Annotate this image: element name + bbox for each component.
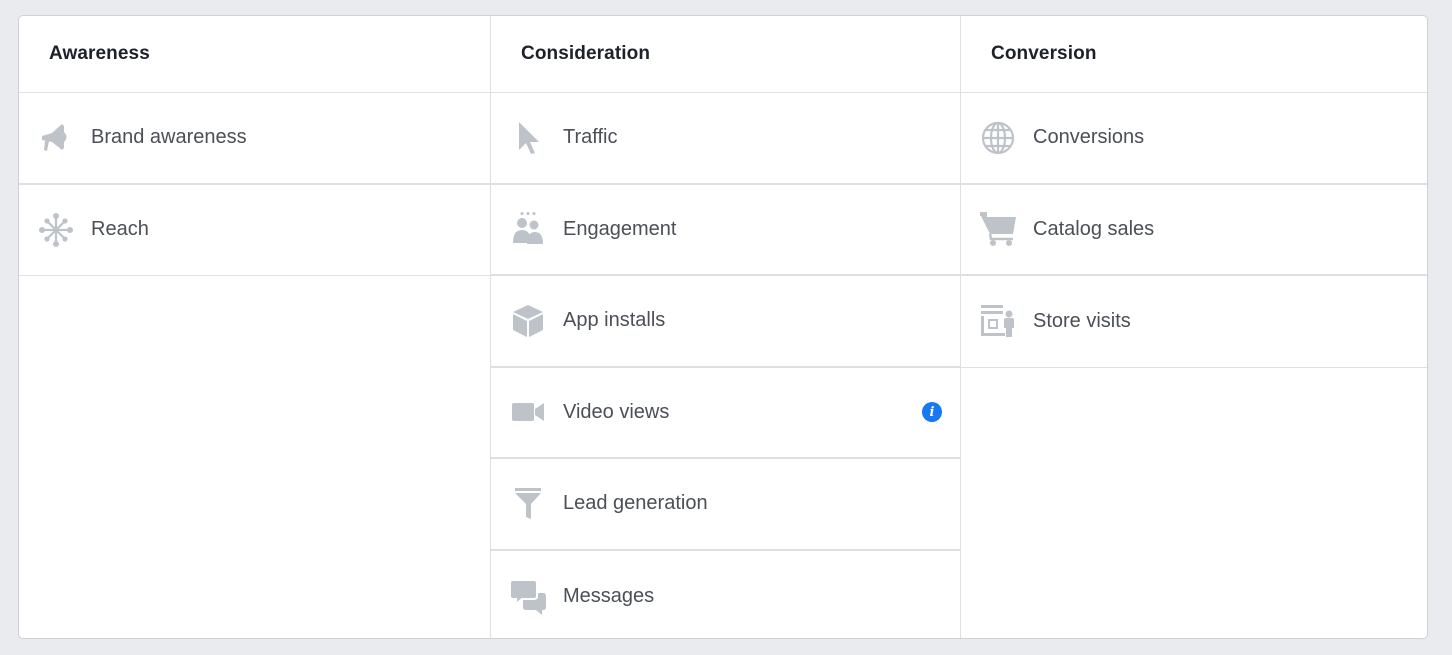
column-header-conversion: Conversion: [961, 16, 1427, 93]
chat-bubbles-icon: [509, 577, 547, 616]
column-header-awareness: Awareness: [19, 16, 490, 93]
column-header-consideration: Consideration: [491, 16, 960, 93]
video-camera-icon: [509, 393, 547, 431]
cursor-icon: [509, 119, 547, 157]
shopping-cart-icon: [979, 210, 1017, 248]
objective-label: Lead generation: [563, 492, 708, 515]
reach-icon: [37, 211, 75, 249]
objective-label: Store visits: [1033, 309, 1131, 332]
objective-reach[interactable]: Reach: [19, 185, 490, 276]
objective-messages[interactable]: Messages: [491, 551, 960, 639]
objective-store-visits[interactable]: Store visits: [961, 276, 1427, 368]
consideration-column: Consideration Traffic Engagement App ins…: [490, 16, 960, 638]
globe-icon: [979, 119, 1017, 157]
info-icon[interactable]: i: [922, 402, 942, 423]
megaphone-icon: [37, 119, 75, 157]
objective-engagement[interactable]: Engagement: [491, 185, 960, 276]
objective-label: App installs: [563, 309, 666, 332]
objective-label: Engagement: [563, 217, 677, 240]
objective-label: Video views: [563, 400, 670, 423]
objective-label: Messages: [563, 584, 655, 607]
funnel-icon: [509, 485, 547, 523]
store-icon: [979, 302, 1017, 340]
objective-label: Conversions: [1033, 126, 1145, 149]
box-icon: [509, 302, 547, 340]
awareness-column: Awareness Brand awareness Reach: [19, 16, 490, 638]
objective-label: Reach: [91, 218, 149, 241]
objective-app-installs[interactable]: App installs: [491, 276, 960, 368]
objective-brand-awareness[interactable]: Brand awareness: [19, 93, 490, 185]
conversion-column: Conversion Conversions Catalog sales Sto…: [960, 16, 1427, 638]
objective-label: Brand awareness: [91, 126, 247, 149]
objective-traffic[interactable]: Traffic: [491, 93, 960, 185]
objective-catalog-sales[interactable]: Catalog sales: [961, 185, 1427, 276]
objective-label: Catalog sales: [1033, 217, 1155, 240]
objective-panel: Awareness Brand awareness Reach Consider…: [18, 15, 1428, 639]
people-icon: [509, 210, 547, 248]
objective-conversions[interactable]: Conversions: [961, 93, 1427, 185]
objective-label: Traffic: [563, 126, 618, 149]
objective-video-views[interactable]: Video views i: [491, 368, 960, 459]
objective-lead-generation[interactable]: Lead generation: [491, 459, 960, 551]
